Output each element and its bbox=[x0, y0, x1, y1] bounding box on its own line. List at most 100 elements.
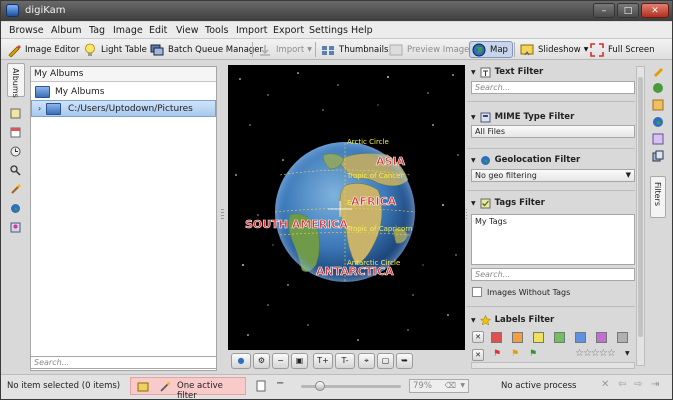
menu-browse[interactable]: Browse bbox=[9, 25, 44, 36]
preview-image-button[interactable]: Preview Image bbox=[389, 41, 469, 58]
tab-filters[interactable]: Filters bbox=[650, 176, 666, 218]
color-label-yellow[interactable] bbox=[533, 332, 544, 343]
geolocation-filter-header[interactable]: ▼ Geolocation Filter bbox=[471, 153, 580, 167]
images-without-tags-checkbox[interactable] bbox=[472, 287, 482, 297]
color-label-magenta[interactable] bbox=[596, 332, 607, 343]
slideshow-icon bbox=[520, 44, 534, 55]
menu-edit[interactable]: Edit bbox=[149, 25, 167, 36]
zoom-slider[interactable] bbox=[301, 381, 401, 391]
menu-view[interactable]: View bbox=[176, 25, 199, 36]
filters-scrollbar[interactable] bbox=[636, 66, 645, 366]
slideshow-button[interactable]: Slideshow ▼ bbox=[520, 41, 588, 58]
forward-icon[interactable]: ⇨ bbox=[634, 379, 642, 390]
toolbar-separator bbox=[252, 42, 253, 57]
rating-dropdown-icon[interactable]: ▼ bbox=[625, 350, 630, 357]
maximize-button[interactable]: □ bbox=[617, 3, 639, 18]
thumbnails-button[interactable]: Thumbnails bbox=[321, 41, 388, 58]
people-icon[interactable] bbox=[10, 222, 21, 233]
map-pointer-button[interactable]: ➥ bbox=[396, 353, 413, 369]
menu-settings[interactable]: Settings bbox=[309, 25, 348, 36]
tab-albums[interactable]: Albums bbox=[7, 63, 25, 98]
map-globe-button[interactable]: ● bbox=[231, 353, 251, 369]
map-zoom-in-button[interactable]: T+ bbox=[313, 353, 333, 369]
map-region-select-button[interactable]: ▢ bbox=[377, 353, 394, 369]
batch-queue-button[interactable]: Batch Queue Manager bbox=[150, 41, 263, 58]
chevron-down-icon[interactable]: ▼ bbox=[460, 380, 465, 392]
zoom-slider-handle[interactable] bbox=[315, 381, 325, 391]
labels-filter-header[interactable]: ▼ Labels Filter bbox=[471, 313, 554, 327]
mime-type-select[interactable]: All Files bbox=[471, 125, 635, 138]
map-settings-button[interactable]: ⚙ bbox=[253, 353, 270, 369]
no-color-label-button[interactable]: ✕ bbox=[472, 331, 484, 343]
map-button[interactable]: Map bbox=[469, 41, 513, 58]
reject-flag-icon[interactable]: ⚑ bbox=[493, 349, 501, 359]
color-label-green[interactable] bbox=[554, 332, 565, 343]
filters-hscrollbar[interactable] bbox=[471, 362, 635, 369]
star-icon bbox=[479, 314, 491, 326]
menu-export[interactable]: Export bbox=[273, 25, 304, 36]
timeline-icon[interactable] bbox=[10, 146, 21, 157]
pending-flag-icon[interactable]: ⚑ bbox=[511, 349, 519, 359]
rating-stars[interactable]: ☆☆☆☆☆ bbox=[575, 348, 616, 359]
zoom-input[interactable]: 79% ⌫ ▼ bbox=[409, 379, 469, 393]
menu-help[interactable]: Help bbox=[351, 25, 373, 36]
menu-import[interactable]: Import bbox=[236, 25, 268, 36]
accepted-flag-icon[interactable]: ⚑ bbox=[529, 349, 537, 359]
tags-search-input[interactable]: Search... bbox=[471, 268, 635, 281]
tropic-cancer-label: Tropic of Cancer bbox=[346, 172, 403, 180]
menu-tools[interactable]: Tools bbox=[205, 25, 228, 36]
text-filter-input[interactable]: Search... bbox=[471, 81, 635, 94]
map-search-icon[interactable] bbox=[10, 203, 21, 214]
colors-icon[interactable] bbox=[652, 99, 664, 111]
tags-tree[interactable]: My Tags bbox=[471, 214, 635, 265]
albums-search-input[interactable]: Search... bbox=[30, 356, 217, 369]
calendar-icon[interactable] bbox=[10, 127, 21, 138]
fuzzy-search-icon[interactable] bbox=[10, 184, 21, 195]
document-icon[interactable] bbox=[255, 380, 267, 392]
minimize-button[interactable]: – bbox=[593, 3, 615, 18]
map-zoom-out-text-button[interactable]: T- bbox=[335, 353, 355, 369]
last-icon[interactable]: ⇥ bbox=[651, 379, 659, 390]
light-table-button[interactable]: Light Table bbox=[83, 41, 147, 58]
map-zoom-out-button[interactable]: − bbox=[272, 353, 289, 369]
map-thumbnails-button[interactable]: ▣ bbox=[291, 353, 308, 369]
scrollbar-thumb[interactable] bbox=[638, 77, 643, 337]
expand-arrow-icon[interactable]: › bbox=[38, 104, 41, 113]
image-editor-button[interactable]: Image Editor bbox=[7, 41, 79, 58]
zoom-out-icon[interactable]: − bbox=[276, 378, 284, 389]
search-icon[interactable] bbox=[10, 165, 21, 176]
left-splitter-handle[interactable] bbox=[221, 209, 224, 221]
color-label-gray[interactable] bbox=[617, 332, 628, 343]
metadata-icon[interactable] bbox=[652, 82, 664, 94]
import-button[interactable]: Import ▼ bbox=[258, 41, 312, 58]
tags-filter-header[interactable]: ▼ Tags Filter bbox=[471, 196, 545, 210]
color-label-orange[interactable] bbox=[512, 332, 523, 343]
color-label-blue[interactable] bbox=[575, 332, 586, 343]
versions-icon[interactable] bbox=[652, 150, 664, 162]
map-crosshair-button[interactable]: ⌖ bbox=[358, 353, 375, 369]
color-label-red[interactable] bbox=[491, 332, 502, 343]
geolocation-select[interactable]: No geo filtering ▼ bbox=[471, 169, 635, 182]
close-button[interactable]: ✕ bbox=[641, 3, 669, 18]
no-pick-label-button[interactable]: ✕ bbox=[472, 349, 484, 361]
album-root[interactable]: My Albums bbox=[31, 84, 216, 101]
mime-type-value: All Files bbox=[475, 127, 506, 136]
text-filter-header[interactable]: ▼ Text Filter bbox=[471, 65, 543, 79]
menu-album[interactable]: Album bbox=[51, 25, 81, 36]
active-filter-indicator[interactable]: One active filter bbox=[130, 377, 246, 400]
fullscreen-button[interactable]: Full Screen bbox=[590, 41, 654, 58]
text-filter-title: Text Filter bbox=[494, 67, 544, 77]
mime-filter-header[interactable]: ▼ MIME Type Filter bbox=[471, 110, 574, 124]
captions-icon[interactable] bbox=[652, 133, 664, 145]
close-icon[interactable]: ✕ bbox=[601, 379, 609, 390]
tags-icon[interactable] bbox=[10, 108, 21, 119]
back-icon[interactable]: ⇦ bbox=[618, 379, 626, 390]
menu-tag[interactable]: Tag bbox=[89, 25, 105, 36]
menu-image[interactable]: Image bbox=[113, 25, 143, 36]
geolocation-icon[interactable] bbox=[652, 116, 664, 128]
properties-icon[interactable] bbox=[652, 65, 664, 77]
clear-icon[interactable]: ⌫ bbox=[445, 380, 456, 392]
album-pictures[interactable]: › C:/Users/Uptodown/Pictures bbox=[31, 100, 216, 117]
world-map-view[interactable]: Arctic Circle Tropic of Cancer Tropic of… bbox=[228, 65, 465, 350]
clear-filter-icon[interactable] bbox=[159, 381, 171, 393]
